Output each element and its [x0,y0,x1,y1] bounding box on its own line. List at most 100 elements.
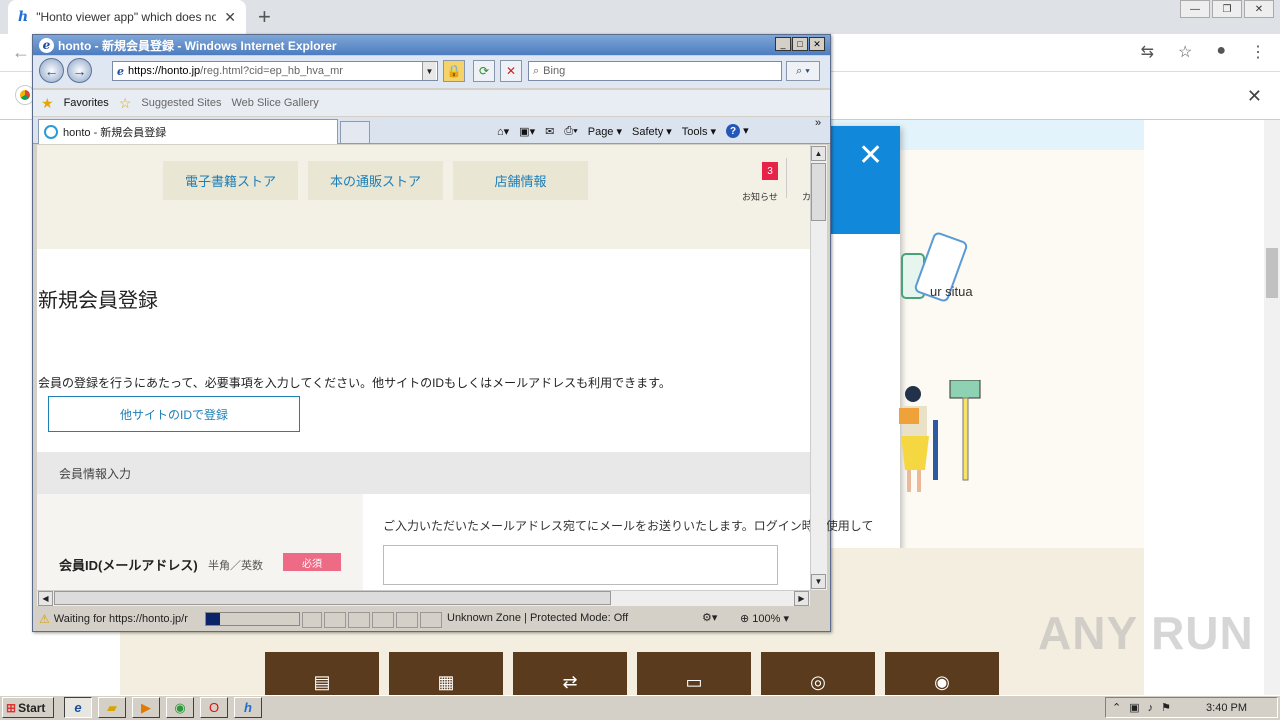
chrome-tab[interactable]: h "Honto viewer app" which does not r ✕ [8,0,246,34]
scroll-down-icon[interactable]: ▼ [811,574,826,589]
safety-menu-label: Safety [632,125,664,138]
suggested-sites-link[interactable]: Suggested Sites [141,97,221,109]
lock-icon[interactable]: 🔒 [443,60,465,82]
chevron-down-icon[interactable]: ▼ [422,62,436,80]
translate-icon[interactable]: ⇆ [1141,42,1154,62]
ie-taskbar-icon[interactable]: e [64,697,92,718]
email-field-hint: 半角／英数 [208,560,263,572]
zoom-value: 100% [752,613,781,625]
start-button[interactable]: ⊞ Start [2,697,54,718]
stop-icon[interactable]: ✕ [500,60,522,82]
other-site-id-register-button[interactable]: 他サイトのIDで登録 [48,396,300,432]
scroll-left-icon[interactable]: ◀ [38,591,53,606]
security-zone[interactable]: Unknown Zone | Protected Mode: Off [447,612,628,624]
search-button[interactable]: ⌕ ▾ [786,61,820,81]
url-host: https://honto.jp [128,65,201,77]
close-icon[interactable]: ✕ [1247,86,1262,107]
favorites-bar: ★ Favorites ☆ Suggested Sites Web Slice … [33,90,830,116]
safety-menu[interactable]: Safety ▾ [632,125,672,138]
book-stack-icon[interactable]: ▤ [265,652,379,695]
add-favorite-icon[interactable]: ☆ [119,95,132,112]
favorites-button[interactable]: Favorites [64,97,109,109]
address-bar[interactable]: e https://honto.jp/reg.html?cid=ep_hb_hv… [112,61,438,81]
ie-new-tab-button[interactable] [340,121,370,144]
menu-dots-icon[interactable]: ⋮ [1250,42,1266,62]
print-icon[interactable]: ⎙▾ [564,125,577,138]
chevron-right-icon[interactable]: » [815,117,821,129]
new-tab-icon[interactable]: + [258,4,271,30]
feeds-icon[interactable]: ▣▾ [519,125,535,138]
status-cell [324,612,346,628]
profile-icon[interactable]: ● [1216,42,1226,62]
modal-close-icon[interactable]: ✕ [858,138,883,173]
back-arrow-icon[interactable]: ← [12,42,30,63]
form-label-column [37,494,363,590]
folder-icon[interactable]: ▰ [98,697,126,718]
ie-titlebar[interactable]: e honto - 新規会員登録 - Windows Internet Expl… [33,35,830,55]
network-icon[interactable]: ▣ [1129,701,1139,714]
email-field[interactable] [383,545,778,585]
notice-count-badge[interactable]: 3 [762,162,778,180]
close-icon[interactable]: ✕ [224,9,236,26]
maximize-icon[interactable]: □ [792,37,808,51]
ie-tab[interactable]: honto - 新規会員登録 [38,119,338,144]
search-input[interactable]: ⌕ Bing [528,61,782,81]
notice-label[interactable]: お知らせ [742,190,778,203]
transfer-icon[interactable]: ⇄ [513,652,627,695]
footprints-icon[interactable]: ◉ [885,652,999,695]
favorites-star-icon: ★ [41,94,54,111]
opera-icon[interactable]: O [200,697,228,718]
help-menu[interactable]: ? ▾ [726,124,749,139]
books-icon[interactable]: ▦ [389,652,503,695]
nav-store-info[interactable]: 店舗情報 [453,161,588,200]
back-arrow-icon[interactable]: ← [39,58,64,83]
chrome-scrollbar-thumb[interactable] [1266,248,1278,298]
reading-girl-illustration-icon [899,380,981,492]
ie-horizontal-scroll-thumb[interactable] [54,591,611,605]
sd-card-icon[interactable]: ▭ [637,652,751,695]
page-title: 新規会員登録 [38,290,158,312]
flag-icon[interactable]: ⚑ [1161,701,1171,714]
yen-coin-icon[interactable]: ◎ [761,652,875,695]
ie-tab-title: honto - 新規会員登録 [63,127,167,139]
chrome-taskbar-icon[interactable]: ◉ [166,697,194,718]
web-slice-gallery-link[interactable]: Web Slice Gallery [232,97,319,109]
honto-taskbar-icon[interactable]: h [234,697,262,718]
minimize-icon[interactable]: — [1180,0,1210,18]
status-cells [302,612,442,628]
media-player-icon[interactable]: ▶ [132,697,160,718]
nav-book-store[interactable]: 本の通販ストア [308,161,443,200]
close-icon[interactable]: ✕ [1244,0,1274,18]
minimize-icon[interactable]: _ [775,37,791,51]
protected-mode-icon[interactable]: ⚙▾ [702,611,717,624]
header-divider [786,158,787,198]
url-path: /reg.html?cid=ep_hb_hva_mr [200,65,343,77]
home-icon[interactable]: ⌂▾ [497,125,509,138]
nav-ebook-store[interactable]: 電子書籍ストア [163,161,298,200]
restore-icon[interactable]: ❐ [1212,0,1242,18]
scroll-right-icon[interactable]: ▶ [794,591,809,606]
chrome-scrollbar[interactable] [1264,120,1280,695]
mail-icon[interactable]: ✉ [545,125,554,138]
page-menu[interactable]: Page ▾ [588,125,622,138]
ie-window-controls: _ □ ✕ [775,37,825,51]
close-icon[interactable]: ✕ [809,37,825,51]
zoom-icon: ⊕ [740,613,750,625]
chrome-window-controls: — ❐ ✕ [1180,0,1274,18]
email-help-text: ご入力いただいたメールアドレス宛てにメールをお送りいたします。ログイン時に使用し… [383,519,874,533]
tray-expand-icon[interactable]: ⌃ [1112,701,1121,714]
system-tray: ⌃ ▣ ♪ ⚑ 3:40 PM [1105,697,1278,718]
email-field-label: 会員ID(メールアドレス) [59,558,198,573]
volume-icon[interactable]: ♪ [1148,702,1154,714]
tools-menu-label: Tools [681,125,708,138]
watermark: ANY RUN [1038,607,1254,659]
ie-page-icon: e [117,64,124,78]
ie-vertical-scroll-thumb[interactable] [811,163,826,221]
bookmark-star-icon[interactable]: ☆ [1178,42,1192,62]
tools-menu[interactable]: Tools ▾ [682,125,716,138]
zoom-level[interactable]: ⊕ 100% ▾ [740,612,789,625]
forward-arrow-icon[interactable]: → [67,58,92,83]
honto-favicon-icon: h [18,9,29,25]
scroll-up-icon[interactable]: ▲ [811,146,826,161]
refresh-icon[interactable]: ⟳ [473,60,495,82]
